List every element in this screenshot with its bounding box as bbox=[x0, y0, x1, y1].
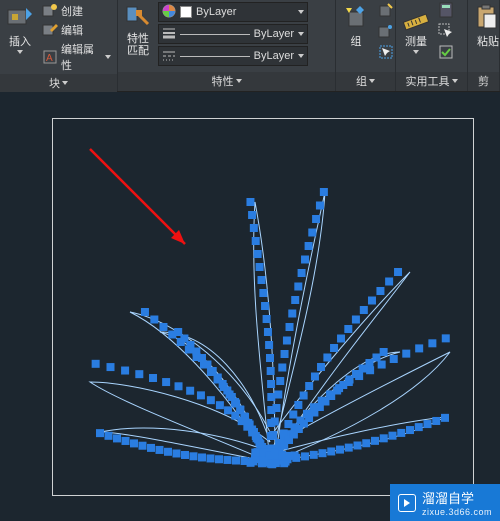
panel-title-utilities[interactable]: 实用工具 bbox=[396, 72, 467, 91]
create-block-button[interactable]: 创建 bbox=[40, 2, 113, 20]
measure-button[interactable]: 测量 bbox=[400, 2, 432, 56]
lineweight-selector[interactable]: ByLayer bbox=[158, 24, 308, 44]
match-properties-button[interactable]: 特性匹配 bbox=[122, 2, 154, 59]
panel-title-label: 剪 bbox=[478, 73, 489, 89]
lineweight-value: ByLayer bbox=[254, 28, 294, 40]
paste-icon bbox=[474, 4, 500, 32]
linetype-value: ByLayer bbox=[254, 50, 294, 62]
drawing-area[interactable]: 溜溜自学 zixue.3d66.com bbox=[0, 92, 500, 521]
paste-button[interactable]: 粘贴 bbox=[472, 2, 500, 51]
panel-clipboard: 粘贴 剪 bbox=[468, 0, 500, 91]
lineweight-icon bbox=[162, 26, 176, 43]
color-value: ByLayer bbox=[196, 6, 236, 18]
linetype-icon bbox=[162, 48, 176, 65]
panel-title-group[interactable]: 组 bbox=[336, 72, 395, 91]
panel-title-properties[interactable]: 特性 bbox=[118, 72, 335, 91]
watermark-url: zixue.3d66.com bbox=[422, 507, 492, 517]
insert-button[interactable]: 插入 bbox=[4, 2, 36, 56]
edit-label: 编辑 bbox=[61, 22, 83, 38]
line-preview bbox=[180, 56, 250, 57]
edit-attr-button[interactable]: A 编辑属性 bbox=[40, 40, 113, 74]
chevron-down-icon bbox=[369, 79, 375, 83]
edit-attr-icon: A bbox=[42, 49, 58, 65]
chevron-down-icon bbox=[17, 50, 23, 54]
watermark-brand: 溜溜自学 bbox=[422, 488, 492, 507]
measure-icon bbox=[402, 4, 430, 32]
group-icon bbox=[342, 4, 370, 32]
edit-attr-label: 编辑属性 bbox=[61, 41, 102, 73]
edit-block-button[interactable]: 编辑 bbox=[40, 21, 113, 39]
quick-select-icon-button[interactable] bbox=[438, 23, 454, 42]
group-label: 组 bbox=[351, 33, 362, 49]
panel-title-label: 特性 bbox=[212, 73, 234, 89]
color-selector[interactable]: ByLayer bbox=[158, 2, 308, 22]
panel-title-block[interactable]: 块 bbox=[0, 74, 117, 93]
match-label: 特性匹配 bbox=[127, 33, 149, 57]
color-swatch bbox=[180, 6, 192, 18]
edit-icon bbox=[42, 22, 58, 38]
chevron-down-icon bbox=[298, 54, 304, 58]
paste-label: 粘贴 bbox=[477, 33, 499, 49]
chevron-down-icon bbox=[105, 55, 111, 59]
panel-block: 插入 创建 编辑 A 编辑属性 块 bbox=[0, 0, 118, 91]
annotation-arrow bbox=[85, 144, 205, 264]
group-select-icon-button[interactable] bbox=[378, 44, 394, 63]
panel-properties: 特性匹配 ByLayer ByLayer By bbox=[118, 0, 336, 91]
chevron-down-icon bbox=[298, 32, 304, 36]
panel-title-label: 组 bbox=[356, 73, 367, 89]
measure-label: 测量 bbox=[405, 33, 427, 49]
panel-group: 组 组 bbox=[336, 0, 396, 91]
color-wheel-icon bbox=[162, 4, 176, 21]
calculator-icon-button[interactable] bbox=[438, 2, 454, 21]
chevron-down-icon bbox=[413, 50, 419, 54]
line-preview bbox=[180, 34, 250, 35]
group-button[interactable]: 组 bbox=[340, 2, 372, 51]
panel-title-label: 实用工具 bbox=[406, 73, 450, 89]
ribbon-toolbar: 插入 创建 编辑 A 编辑属性 块 bbox=[0, 0, 500, 92]
ungroup-icon-button[interactable] bbox=[378, 2, 394, 21]
panel-title-label: 块 bbox=[49, 75, 60, 91]
linetype-selector[interactable]: ByLayer bbox=[158, 46, 308, 66]
select-all-icon-button[interactable] bbox=[438, 44, 454, 63]
group-edit-icon-button[interactable] bbox=[378, 23, 394, 42]
chevron-down-icon bbox=[236, 79, 242, 83]
watermark-badge: 溜溜自学 zixue.3d66.com bbox=[390, 484, 500, 521]
panel-title-clip[interactable]: 剪 bbox=[468, 72, 499, 91]
panel-utilities: 测量 实用工具 bbox=[396, 0, 468, 91]
match-properties-icon bbox=[124, 4, 152, 32]
play-icon bbox=[398, 494, 416, 512]
create-icon bbox=[42, 3, 58, 19]
chevron-down-icon bbox=[298, 10, 304, 14]
create-label: 创建 bbox=[61, 3, 83, 19]
chevron-down-icon bbox=[62, 81, 68, 85]
chevron-down-icon bbox=[452, 79, 458, 83]
insert-label: 插入 bbox=[9, 33, 31, 49]
svg-text:A: A bbox=[46, 53, 53, 64]
insert-icon bbox=[6, 4, 34, 32]
